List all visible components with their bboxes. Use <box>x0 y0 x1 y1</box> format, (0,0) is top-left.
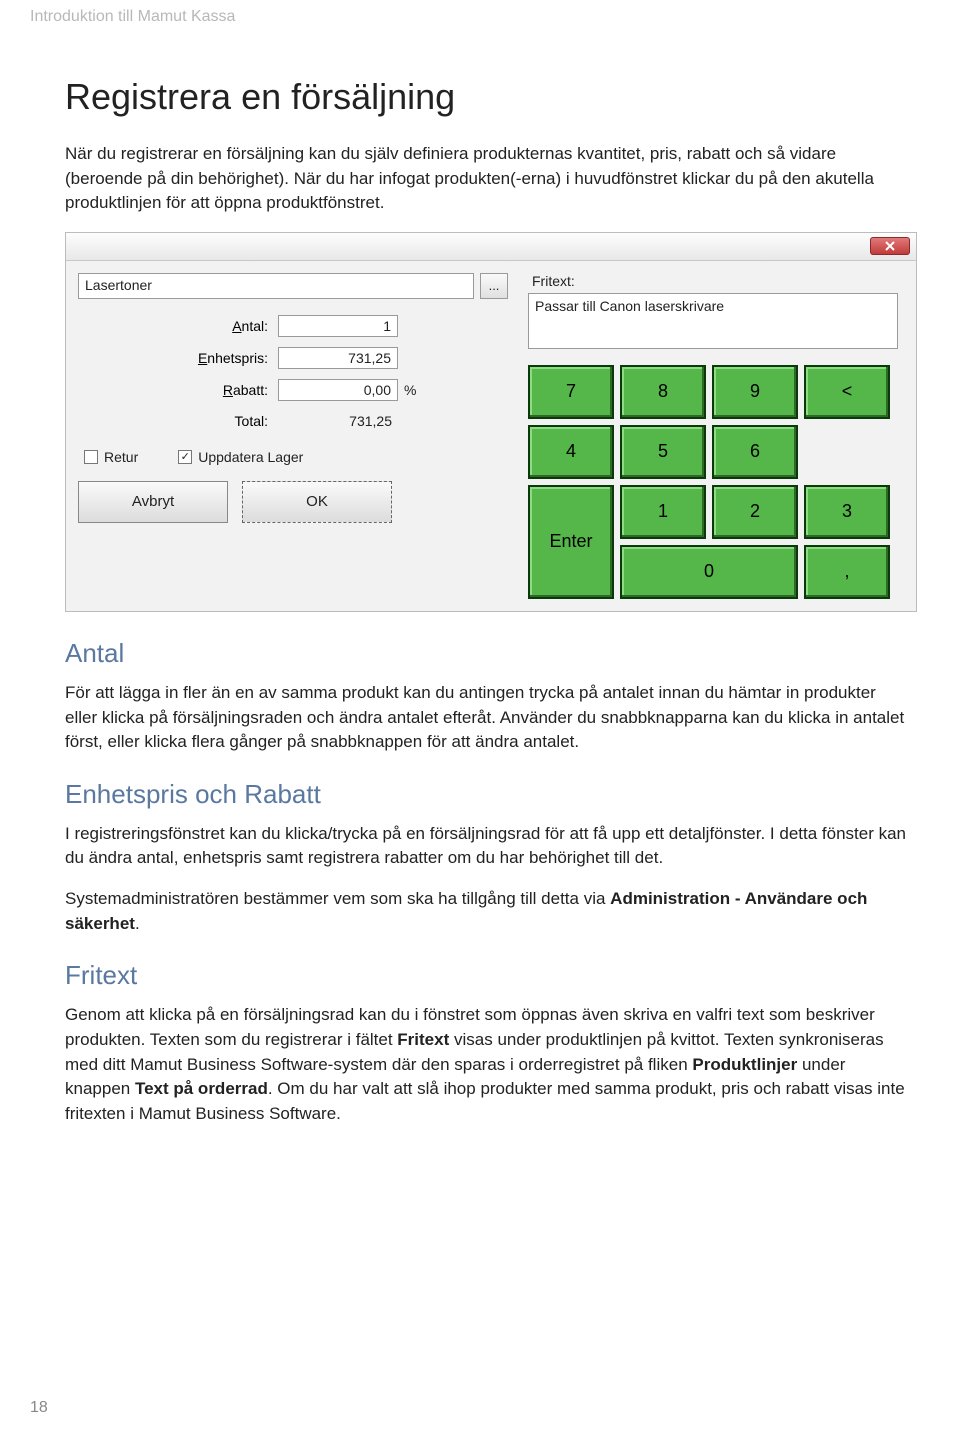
enhetspris-label: Enhetspris: <box>78 350 278 366</box>
browse-button[interactable]: ... <box>480 273 508 299</box>
ok-button[interactable]: OK <box>242 481 392 523</box>
antal-label: Antal: <box>78 318 278 334</box>
close-icon[interactable] <box>870 237 910 255</box>
retur-checkbox[interactable] <box>84 450 98 464</box>
key-3[interactable]: 3 <box>804 485 890 539</box>
total-label: Total: <box>78 413 278 429</box>
antal-input[interactable]: 1 <box>278 315 398 337</box>
antal-paragraph: För att lägga in fler än en av samma pro… <box>65 681 910 755</box>
key-1[interactable]: 1 <box>620 485 706 539</box>
dialog-titlebar <box>66 233 916 261</box>
key-9[interactable]: 9 <box>712 365 798 419</box>
key-8[interactable]: 8 <box>620 365 706 419</box>
key-enter[interactable]: Enter <box>528 485 614 599</box>
key-6[interactable]: 6 <box>712 425 798 479</box>
fritext-label: Fritext: <box>532 273 898 289</box>
page-number: 18 <box>30 1399 48 1417</box>
enhetspris-p1: I registreringsfönstret kan du klicka/tr… <box>65 822 910 871</box>
fritext-paragraph: Genom att klicka på en försäljningsrad k… <box>65 1003 910 1126</box>
intro-paragraph: När du registrerar en försäljning kan du… <box>65 142 910 216</box>
rabatt-input[interactable]: 0,00 <box>278 379 398 401</box>
key-2[interactable]: 2 <box>712 485 798 539</box>
product-name-input[interactable]: Lasertoner <box>78 273 474 299</box>
antal-heading: Antal <box>65 638 910 669</box>
key-0[interactable]: 0 <box>620 545 798 599</box>
percent-label: % <box>404 382 416 398</box>
enhetspris-input[interactable]: 731,25 <box>278 347 398 369</box>
rabatt-label: Rabatt: <box>78 382 278 398</box>
retur-label: Retur <box>104 449 138 465</box>
uppdatera-label: Uppdatera Lager <box>198 449 303 465</box>
uppdatera-checkbox[interactable]: ✓ <box>178 450 192 464</box>
key-4[interactable]: 4 <box>528 425 614 479</box>
total-value: 731,25 <box>278 411 398 431</box>
key-comma[interactable]: , <box>804 545 890 599</box>
cancel-button[interactable]: Avbryt <box>78 481 228 523</box>
enhetspris-p2: Systemadministratören bestämmer vem som … <box>65 887 910 936</box>
fritext-input[interactable]: Passar till Canon laserskrivare <box>528 293 898 349</box>
keypad: 7 8 9 < 4 5 6 1 2 3 Enter 0 , <box>528 365 898 599</box>
page-header: Introduktion till Mamut Kassa <box>0 0 960 26</box>
enhetspris-heading: Enhetspris och Rabatt <box>65 779 910 810</box>
key-backspace[interactable]: < <box>804 365 890 419</box>
product-dialog: Lasertoner ... Antal: 1 Enhetspris: 731,… <box>65 232 917 612</box>
page-title: Registrera en försäljning <box>65 76 910 118</box>
fritext-heading: Fritext <box>65 960 910 991</box>
key-5[interactable]: 5 <box>620 425 706 479</box>
key-7[interactable]: 7 <box>528 365 614 419</box>
